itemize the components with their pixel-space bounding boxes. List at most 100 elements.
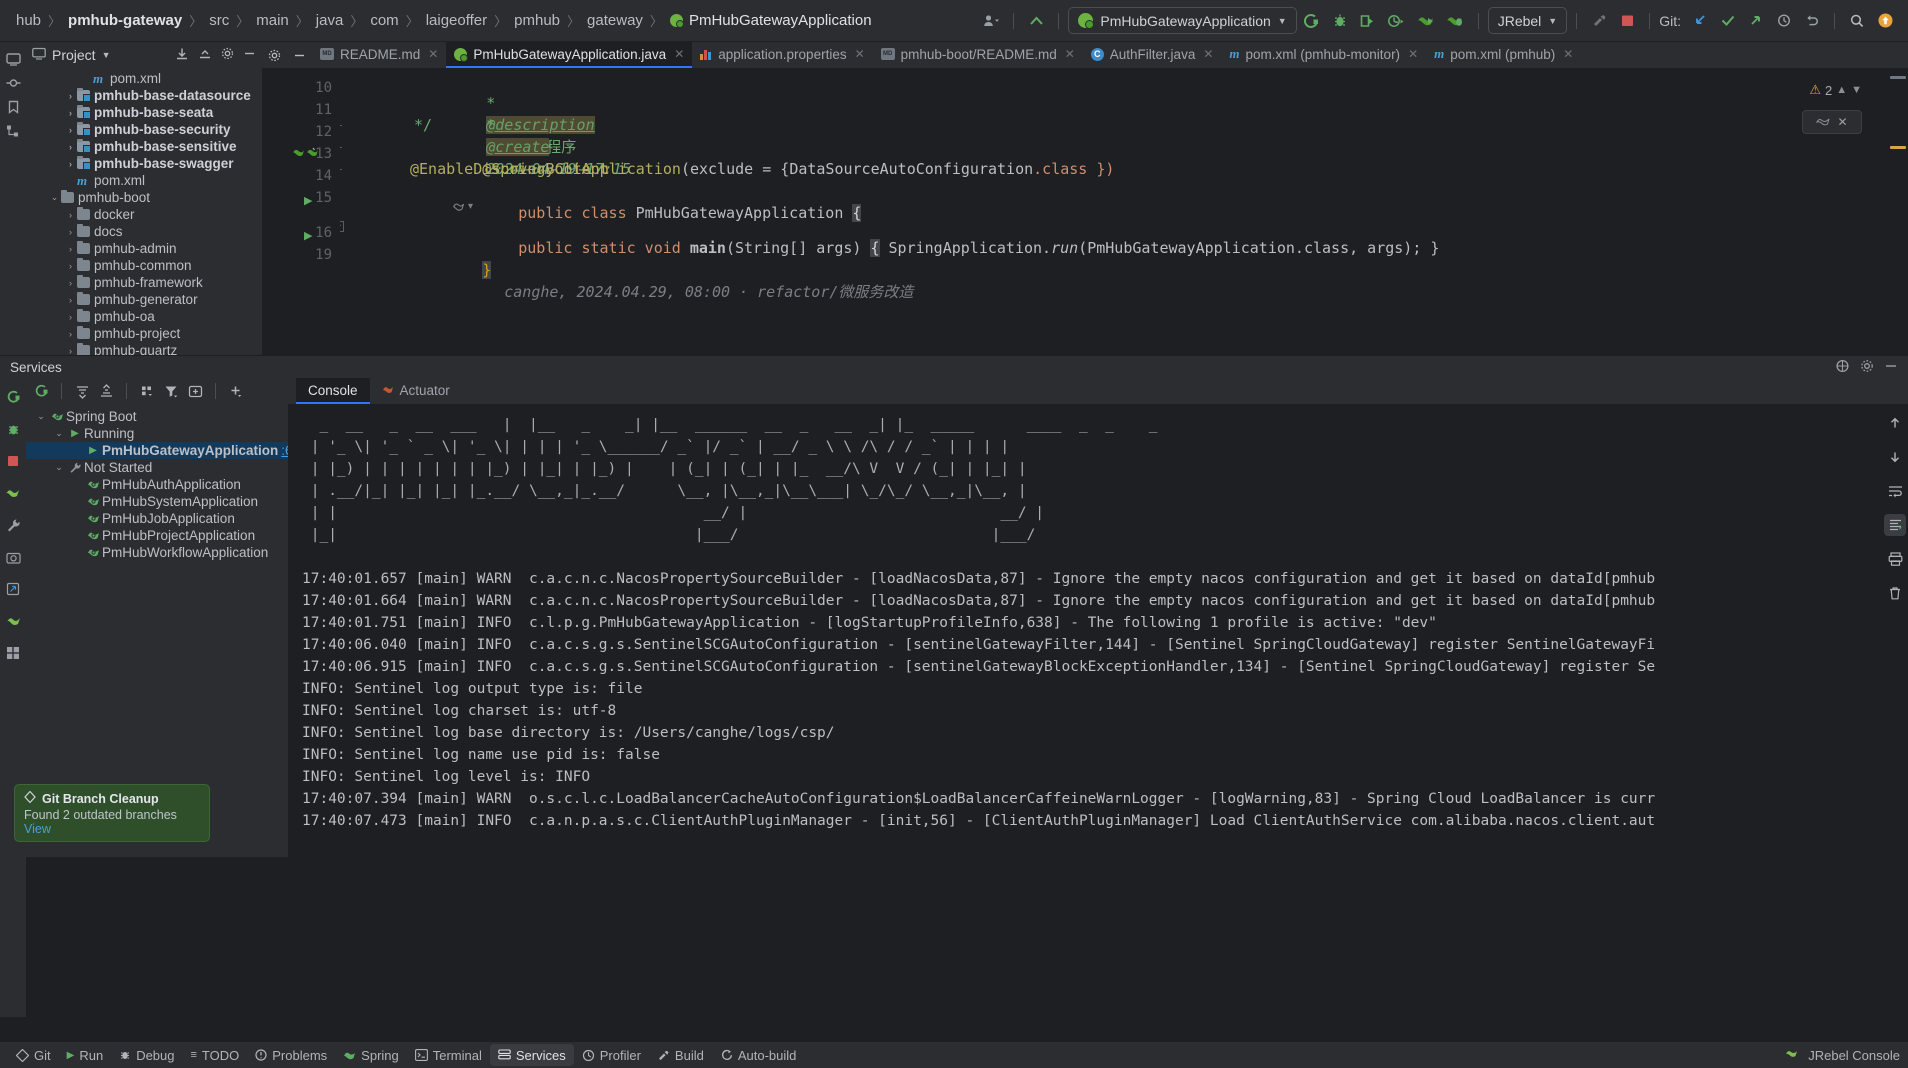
settings-wrench-icon[interactable] [2, 514, 24, 536]
service-tree-item[interactable]: PmHubJobApplication [26, 510, 288, 527]
project-tree-item[interactable]: ›pmhub-framework [26, 274, 262, 291]
run-method-gutter-icon[interactable]: ▶ [304, 229, 312, 242]
editor-tab[interactable]: MDpmhub-boot/README.md✕ [873, 42, 1083, 68]
chevron-right-icon[interactable]: › [64, 278, 77, 288]
console-output[interactable]: _ __ _ __ ___ | |__ _ _| |__ ______ __ _… [288, 404, 1882, 857]
close-icon[interactable]: ✕ [674, 47, 684, 61]
inspection-warning-badge[interactable]: ⚠ 2 ▲ ▼ [1809, 82, 1862, 98]
chevron-right-icon[interactable]: › [64, 108, 77, 118]
settings-gear-icon[interactable] [221, 47, 234, 63]
run-configuration-selector[interactable]: PmHubGatewayApplication ▼ [1068, 7, 1296, 34]
service-tree-item[interactable]: PmHubAuthApplication [26, 476, 288, 493]
add-service-icon[interactable] [225, 380, 247, 402]
editor-tab[interactable]: PmHubGatewayApplication.java✕ [446, 42, 692, 68]
project-tool-icon[interactable] [2, 48, 24, 70]
status-bar-item-build[interactable]: Build [649, 1044, 712, 1066]
breadcrumb-item[interactable]: pmhub-gateway [62, 12, 188, 29]
service-tree-item[interactable]: PmHubSystemApplication [26, 493, 288, 510]
layout-settings-icon[interactable] [1835, 359, 1850, 376]
fold-expand-handle[interactable]: + [340, 221, 344, 232]
dashboard-icon[interactable] [2, 642, 24, 664]
chevron-down-icon[interactable]: ⌄ [52, 462, 66, 473]
account-icon[interactable] [978, 8, 1004, 34]
project-tree-item[interactable]: ⌄pmhub-boot [26, 189, 262, 206]
close-icon[interactable]: ✕ [428, 47, 438, 61]
services-tab[interactable]: Actuator [370, 378, 462, 404]
git-push-icon[interactable] [1743, 8, 1769, 34]
breadcrumb-item[interactable]: java [310, 12, 350, 29]
editor-tab[interactable]: MDREADME.md✕ [312, 42, 446, 68]
soft-wrap-icon[interactable] [1884, 480, 1906, 502]
breadcrumb-item[interactable]: gateway [581, 12, 649, 29]
close-icon[interactable]: ✕ [1563, 47, 1573, 61]
scroll-up-icon[interactable] [1884, 412, 1906, 434]
breadcrumb[interactable]: hub〉pmhub-gateway〉src〉main〉java〉com〉laig… [10, 11, 878, 30]
chevron-right-icon[interactable]: › [64, 346, 77, 356]
breadcrumb-item[interactable]: laigeoffer [420, 12, 493, 29]
rerun-service-icon[interactable] [2, 386, 24, 408]
fold-handle[interactable]: ─ [340, 164, 342, 176]
stop-service-icon[interactable] [2, 450, 24, 472]
status-bar-item-profiler[interactable]: Profiler [574, 1044, 649, 1066]
project-tree-item[interactable]: ›pmhub-base-swagger [26, 155, 262, 172]
build-icon[interactable] [1586, 8, 1612, 34]
chevron-down-icon[interactable]: ⌄ [34, 411, 48, 422]
fold-handle[interactable]: ─ [340, 142, 342, 154]
chevron-right-icon[interactable]: › [64, 142, 77, 152]
select-opened-file-icon[interactable] [175, 47, 189, 63]
chevron-down-icon[interactable]: ⌄ [52, 428, 66, 439]
project-tree-item[interactable]: ›pmhub-project [26, 325, 262, 342]
spring-bean-gutter-icon[interactable] [292, 146, 305, 164]
chevron-right-icon[interactable]: › [64, 91, 77, 101]
breadcrumb-file[interactable]: PmHubGatewayApplication [664, 12, 878, 29]
status-bar-item-problems[interactable]: Problems [247, 1044, 335, 1066]
bookmarks-tool-icon[interactable] [2, 96, 24, 118]
status-bar-item-run[interactable]: ▶Run [59, 1044, 112, 1066]
actuator-icon[interactable] [2, 610, 24, 632]
service-tree-item[interactable]: ⌄Spring Boot [26, 408, 288, 425]
code-text[interactable]: ─ ─ ─ + * @description 网关启动程序 * @create … [340, 68, 1908, 355]
inlay-popup[interactable]: ✕ [1802, 110, 1862, 134]
chevron-right-icon[interactable]: › [64, 244, 77, 254]
project-tree-item[interactable]: ›pmhub-common [26, 257, 262, 274]
breadcrumb-item[interactable]: com [364, 12, 404, 29]
notification-view-link[interactable]: View [24, 822, 200, 836]
status-bar-item-debug[interactable]: Debug [111, 1044, 182, 1066]
project-tree-item[interactable]: ›pmhub-generator [26, 291, 262, 308]
debug-service-icon[interactable] [2, 418, 24, 440]
chevron-down-icon[interactable]: ⌄ [48, 192, 61, 203]
project-tree-item[interactable]: ›docs [26, 223, 262, 240]
project-tree-item[interactable]: ›pmhub-base-seata [26, 104, 262, 121]
services-content-tabs[interactable]: ConsoleActuator [288, 378, 1908, 404]
close-icon[interactable]: ✕ [1408, 47, 1418, 61]
service-tree-item[interactable]: PmHubProjectApplication [26, 527, 288, 544]
breadcrumb-item[interactable]: main [250, 12, 295, 29]
project-tree-item[interactable]: ›pmhub-oa [26, 308, 262, 325]
services-tab[interactable]: Console [296, 378, 370, 404]
editor-gutter[interactable]: ▶ ▶ 1011121314151619 [262, 68, 340, 355]
collapse-all-icon[interactable] [95, 380, 117, 402]
editor-analysis-strip[interactable] [1886, 68, 1908, 355]
add-tab-icon[interactable] [184, 380, 206, 402]
status-bar-item-spring[interactable]: Spring [335, 1044, 407, 1066]
hide-panel-icon[interactable] [1884, 359, 1898, 376]
jrebel-debug-icon[interactable] [1442, 8, 1469, 34]
chevron-right-icon[interactable]: › [64, 125, 77, 135]
close-icon[interactable]: ✕ [855, 47, 865, 61]
jrebel-run-icon[interactable] [1413, 8, 1440, 34]
editor-tabs[interactable]: MDREADME.md✕PmHubGatewayApplication.java… [262, 42, 1908, 68]
project-tree-item[interactable]: ›pmhub-admin [26, 240, 262, 257]
breadcrumb-item[interactable]: src [203, 12, 235, 29]
editor-tab[interactable]: mpom.xml (pmhub-monitor)✕ [1221, 42, 1426, 68]
project-tree-item[interactable]: ›pmhub-base-datasource [26, 87, 262, 104]
commit-tool-icon[interactable] [2, 72, 24, 94]
structure-tool-icon[interactable] [2, 120, 24, 142]
collapse-all-icon[interactable] [198, 47, 212, 63]
hide-panel-icon[interactable] [243, 47, 256, 63]
chevron-right-icon[interactable]: › [64, 329, 77, 339]
editor-tab[interactable]: CAuthFilter.java✕ [1083, 42, 1222, 68]
close-icon[interactable]: ✕ [1837, 115, 1847, 129]
updates-icon[interactable] [1023, 8, 1049, 34]
git-history-icon[interactable] [1771, 8, 1797, 34]
jrebel-service-icon[interactable] [2, 482, 24, 504]
